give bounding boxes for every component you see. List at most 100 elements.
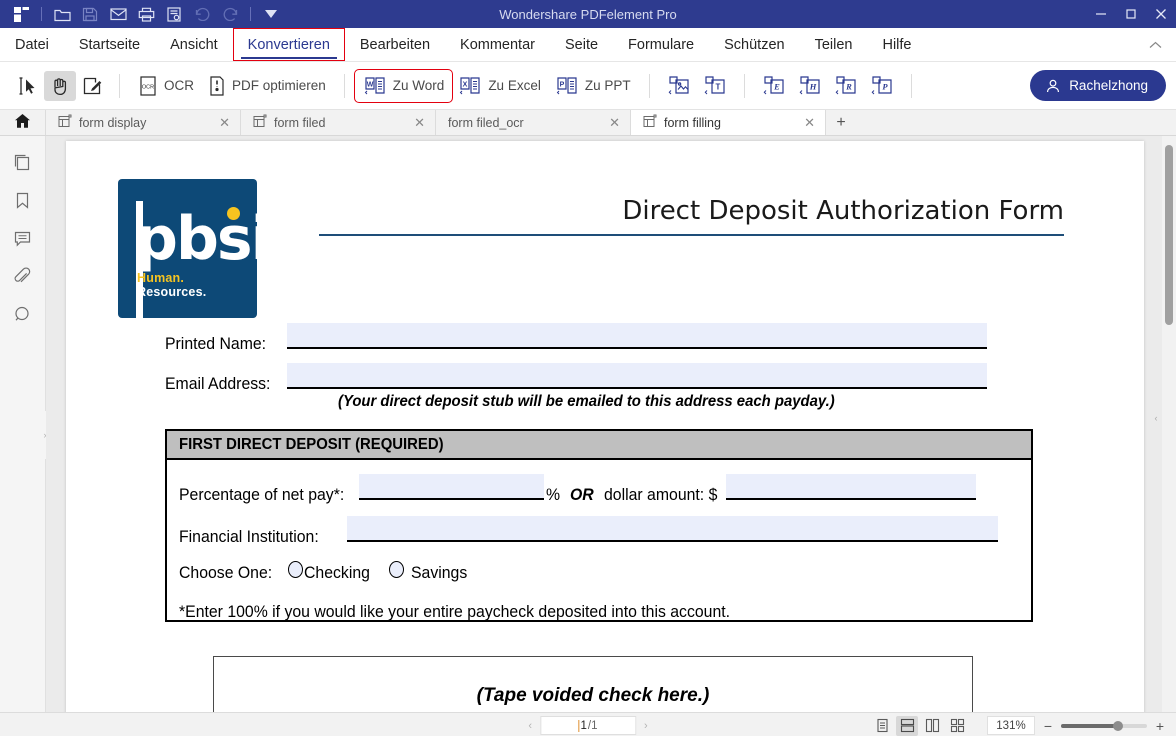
minimize-button[interactable] [1086, 0, 1116, 28]
account-name: Rachelzhong [1069, 78, 1148, 93]
print-preview-icon[interactable] [161, 2, 187, 26]
to-html-button[interactable]: H [792, 71, 828, 101]
sidebar-item-thumbnails[interactable] [9, 150, 37, 174]
to-rtf-icon: R [833, 75, 859, 97]
menu-item-startseite[interactable]: Startseite [64, 28, 155, 61]
menu-item-ansicht[interactable]: Ansicht [155, 28, 233, 61]
customize-dropdown-icon[interactable] [258, 2, 284, 26]
sidebar-item-search[interactable] [9, 302, 37, 326]
collapse-ribbon-button[interactable] [1135, 28, 1176, 61]
optimize-icon [208, 75, 226, 97]
close-button[interactable] [1146, 0, 1176, 28]
sidebar-item-attachments[interactable] [9, 264, 37, 288]
print-icon[interactable] [133, 2, 159, 26]
document-viewport[interactable]: pbsi Human. Resources. Direct Deposit Au… [46, 136, 1176, 712]
tab-label: form filed [274, 115, 326, 130]
document-icon [643, 114, 657, 131]
account-button[interactable]: Rachelzhong [1030, 70, 1166, 101]
open-folder-icon[interactable] [49, 2, 75, 26]
undo-icon[interactable] [189, 2, 215, 26]
continuous-view-button[interactable] [896, 715, 918, 736]
to-image-button[interactable] [661, 71, 697, 101]
menu-item-konvertieren[interactable]: Konvertieren [232, 28, 345, 61]
menu-item-kommentar[interactable]: Kommentar [445, 28, 550, 61]
maximize-button[interactable] [1116, 0, 1146, 28]
main-body: › pbsi Human. Resources. Direct Deposit … [0, 136, 1176, 712]
to-text-button[interactable]: T [697, 71, 733, 101]
savings-label: Savings [411, 563, 468, 582]
zoom-out-button[interactable]: − [1042, 718, 1054, 734]
financial-institution-field[interactable] [347, 516, 998, 542]
right-panel-expander[interactable]: ‹ [1150, 394, 1162, 442]
tab-close-icon[interactable]: ✕ [802, 115, 817, 131]
title-bar: Wondershare PDFelement Pro [0, 0, 1176, 28]
new-tab-button[interactable]: + [826, 110, 856, 135]
app-logo-icon[interactable] [8, 2, 34, 26]
home-tab-button[interactable] [0, 110, 46, 135]
left-sidebar: › [0, 136, 50, 712]
menu-item-teilen[interactable]: Teilen [800, 28, 868, 61]
document-tab-form-filed-ocr[interactable]: form filed_ocr ✕ [436, 110, 631, 135]
scrollbar-thumb[interactable] [1165, 145, 1173, 325]
previous-page-button[interactable]: ‹ [526, 720, 534, 732]
ocr-button[interactable]: OCR OCR [131, 71, 201, 101]
sidebar-item-comments[interactable] [9, 226, 37, 250]
select-tool-button[interactable] [12, 71, 44, 101]
to-word-label: Zu Word [392, 78, 445, 93]
choose-one-label: Choose One: [179, 563, 273, 582]
optimize-label: PDF optimieren [232, 78, 326, 93]
dollar-amount-field[interactable] [726, 474, 977, 500]
status-bar: ‹ 1 /1 › 131% − + [0, 712, 1176, 736]
tab-close-icon[interactable]: ✕ [607, 115, 622, 131]
zoom-level-value[interactable]: 131% [987, 716, 1035, 735]
sidebar-item-bookmarks[interactable] [9, 188, 37, 212]
email-address-field[interactable] [287, 363, 987, 389]
zoom-slider-fill [1061, 723, 1117, 728]
single-page-view-button[interactable] [871, 716, 893, 736]
svg-text:T: T [715, 82, 720, 91]
email-icon[interactable] [105, 2, 131, 26]
zoom-slider[interactable] [1061, 720, 1147, 731]
zoom-in-button[interactable]: + [1154, 718, 1166, 734]
checking-radio[interactable] [288, 561, 304, 578]
tab-close-icon[interactable]: ✕ [412, 115, 427, 131]
to-word-button[interactable]: W Zu Word [353, 68, 454, 103]
menu-item-formulare[interactable]: Formulare [613, 28, 709, 61]
optimize-pdf-button[interactable]: PDF optimieren [201, 71, 333, 101]
menu-item-schuetzen[interactable]: Schützen [709, 28, 799, 61]
ocr-label: OCR [164, 78, 194, 93]
to-excel-button[interactable]: X Zu Excel [451, 71, 548, 101]
printed-name-field[interactable] [287, 323, 987, 349]
menu-item-datei[interactable]: Datei [0, 28, 64, 61]
logo-brand-text: pbsi [135, 204, 257, 274]
quick-access-toolbar [0, 2, 284, 26]
dollar-amount-label: dollar amount: $ [604, 485, 718, 504]
document-tab-form-filed[interactable]: form filed ✕ [241, 110, 436, 135]
hand-tool-button[interactable] [44, 70, 76, 101]
to-epub-button[interactable]: E [756, 71, 792, 101]
document-tab-strip: form display ✕ form filed ✕ form filed_o… [0, 110, 1176, 136]
redo-icon[interactable] [217, 2, 243, 26]
percentage-field[interactable] [358, 474, 544, 500]
edit-tool-button[interactable] [76, 71, 108, 101]
zoom-slider-knob[interactable] [1113, 720, 1123, 731]
save-icon[interactable] [77, 2, 103, 26]
tab-close-icon[interactable]: ✕ [217, 115, 232, 131]
to-ppt-button[interactable]: P Zu PPT [548, 71, 638, 101]
ocr-icon: OCR [138, 75, 158, 97]
to-pdfa-button[interactable]: P [864, 71, 900, 101]
page-number-input[interactable]: 1 /1 [540, 716, 636, 735]
menu-item-bearbeiten[interactable]: Bearbeiten [345, 28, 445, 61]
ribbon-divider-2 [343, 73, 345, 98]
two-page-view-button[interactable] [921, 716, 943, 736]
savings-radio[interactable] [389, 561, 405, 578]
document-tab-form-filling[interactable]: form filling ✕ [631, 110, 826, 135]
thumbnail-grid-view-button[interactable] [946, 716, 968, 736]
menu-item-seite[interactable]: Seite [550, 28, 613, 61]
next-page-button[interactable]: › [642, 720, 650, 732]
vertical-scrollbar[interactable] [1162, 136, 1176, 712]
to-rtf-button[interactable]: R [828, 71, 864, 101]
document-tab-form-display[interactable]: form display ✕ [46, 110, 241, 135]
office-convert-group: W Zu Word X Zu Excel P Zu PPT [353, 68, 638, 103]
menu-item-hilfe[interactable]: Hilfe [867, 28, 926, 61]
